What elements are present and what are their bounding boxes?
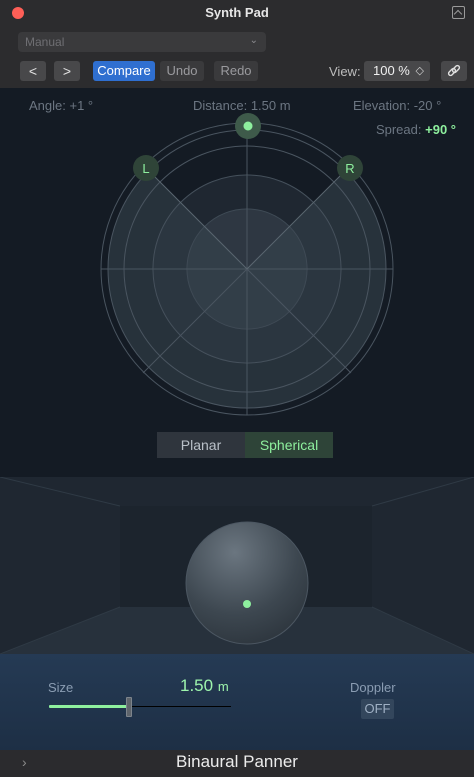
size-value-display[interactable]: 1.50 m bbox=[180, 676, 229, 696]
source-position-handle[interactable] bbox=[243, 121, 253, 131]
size-label: Size bbox=[48, 680, 74, 695]
chevron-down-icon: ⌄ bbox=[249, 35, 258, 46]
plugin-name: Binaural Panner bbox=[176, 752, 298, 771]
next-preset-button[interactable]: > bbox=[54, 61, 80, 81]
preset-select[interactable]: Manual ⌄ bbox=[18, 32, 266, 52]
view-zoom-select[interactable]: 100 % ◇ bbox=[364, 61, 430, 81]
up-down-chevron-icon: ◇ bbox=[415, 65, 424, 77]
mode-planar-button[interactable]: Planar bbox=[157, 432, 245, 458]
link-icon bbox=[447, 64, 461, 77]
room-view bbox=[0, 477, 474, 654]
toolbar: < > Compare Undo Redo View: 100 % ◇ bbox=[0, 58, 474, 89]
compare-button[interactable]: Compare bbox=[93, 61, 155, 81]
preset-bar: Manual ⌄ bbox=[0, 26, 474, 58]
left-handle-label: L bbox=[142, 161, 149, 176]
window-title: Synth Pad bbox=[205, 5, 269, 20]
mode-segmented-control: Planar Spherical bbox=[157, 432, 333, 458]
room-perspective[interactable] bbox=[0, 477, 474, 654]
controls-panel: Size 1.50 m Doppler OFF bbox=[0, 654, 474, 750]
size-slider-thumb[interactable] bbox=[126, 697, 132, 717]
preset-value: Manual bbox=[25, 35, 65, 49]
size-slider-fill bbox=[49, 705, 129, 708]
mode-spherical-button[interactable]: Spherical bbox=[245, 432, 333, 458]
view-label: View: bbox=[329, 64, 361, 79]
plugin-footer: › Binaural Panner bbox=[0, 750, 474, 777]
size-value: 1.50 bbox=[180, 676, 214, 695]
right-handle-label: R bbox=[345, 161, 354, 176]
redo-button[interactable]: Redo bbox=[214, 61, 258, 81]
expand-icon[interactable] bbox=[452, 6, 465, 19]
size-unit: m bbox=[217, 679, 229, 694]
view-zoom-value: 100 % bbox=[373, 63, 410, 78]
title-bar: Synth Pad bbox=[0, 0, 474, 27]
spherical-panner-graph[interactable]: L R bbox=[0, 88, 474, 418]
doppler-label: Doppler bbox=[350, 680, 396, 695]
previous-preset-button[interactable]: < bbox=[20, 61, 46, 81]
link-button[interactable] bbox=[441, 61, 467, 81]
panner-view: Angle: +1 ° Distance: 1.50 m Elevation: … bbox=[0, 88, 474, 477]
source-dot[interactable] bbox=[243, 600, 251, 608]
doppler-toggle[interactable]: OFF bbox=[361, 699, 394, 719]
undo-button[interactable]: Undo bbox=[160, 61, 204, 81]
listener-sphere bbox=[185, 521, 309, 645]
